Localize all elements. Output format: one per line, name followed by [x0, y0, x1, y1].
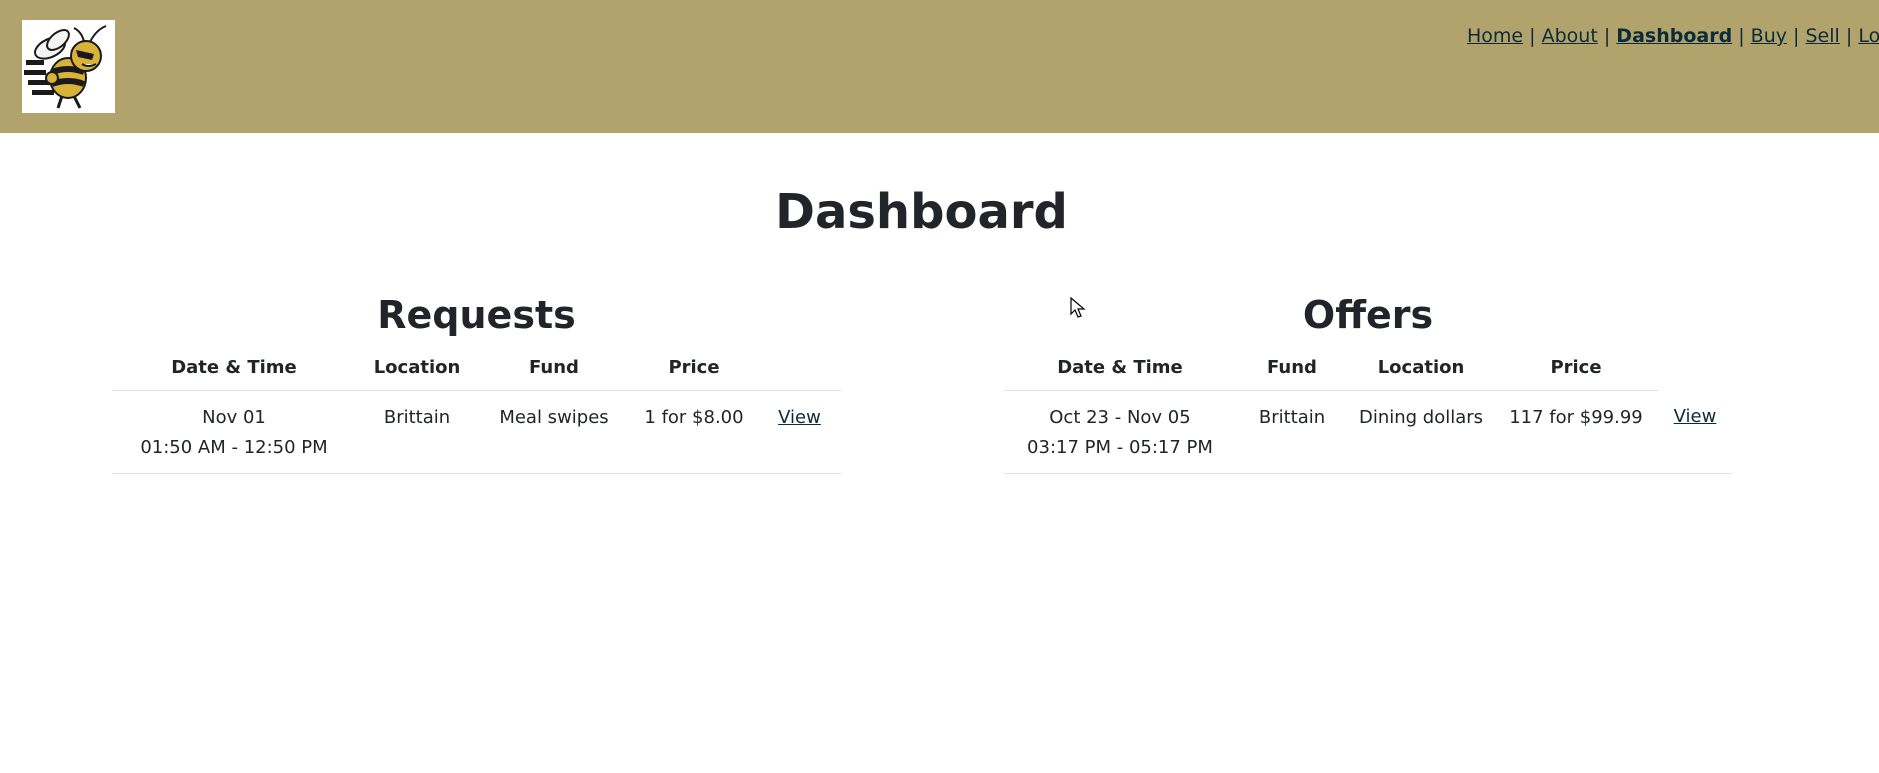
table-row: Oct 23 - Nov 05 03:17 PM - 05:17 PM Brit… [1004, 390, 1732, 474]
offer-view-link[interactable]: View [1674, 406, 1717, 427]
top-nav: Home | About | Dashboard | Buy | Sell | … [1467, 22, 1879, 50]
nav-separator: | [1793, 25, 1800, 47]
request-price-cell: 1 for $8.00 [630, 390, 758, 474]
request-fund-cell: Meal swipes [478, 390, 630, 474]
column-header-price: Price [630, 346, 758, 391]
column-header-date-time: Date & Time [1004, 346, 1236, 391]
nav-link-sell[interactable]: Sell [1806, 25, 1840, 47]
nav-link-dashboard[interactable]: Dashboard [1616, 25, 1732, 47]
request-date: Nov 01 [202, 406, 266, 428]
nav-link-about[interactable]: About [1542, 25, 1598, 47]
header-bar: Home | About | Dashboard | Buy | Sell | … [0, 0, 1879, 133]
offer-fund-cell: Brittain [1236, 390, 1348, 474]
mouse-pointer-icon [1070, 297, 1086, 318]
offer-date: Oct 23 - Nov 05 [1049, 406, 1191, 428]
column-header-fund: Fund [478, 346, 630, 391]
column-header-date-time: Date & Time [112, 346, 356, 391]
yellow-jacket-logo-icon[interactable] [22, 20, 115, 113]
nav-separator: | [1738, 25, 1745, 47]
nav-separator: | [1603, 25, 1611, 47]
column-header-price: Price [1494, 346, 1658, 391]
nav-separator: | [1845, 25, 1853, 47]
column-header-fund: Fund [1236, 346, 1348, 391]
column-header-location: Location [356, 346, 478, 391]
requests-title: Requests [377, 293, 576, 337]
logo-svg [24, 25, 107, 109]
column-header-action [758, 346, 841, 391]
table-row: Nov 01 01:50 AM - 12:50 PM Brittain Meal… [112, 390, 841, 474]
request-date-time-cell: Nov 01 01:50 AM - 12:50 PM [112, 390, 356, 474]
column-header-action [1658, 346, 1732, 390]
table-header-row: Date & Time Fund Location Price [1004, 346, 1732, 391]
requests-table: Date & Time Location Fund Price Nov 01 0… [112, 346, 841, 474]
nav-link-logout[interactable]: Logout [1858, 25, 1879, 47]
offer-time: 03:17 PM - 05:17 PM [1027, 436, 1213, 458]
column-header-location: Location [1348, 346, 1494, 391]
nav-link-home[interactable]: Home [1467, 25, 1523, 47]
requests-section: Requests Date & Time Location Fund Price… [112, 290, 841, 474]
offers-title: Offers [1302, 293, 1434, 337]
page-title: Dashboard [775, 184, 1068, 240]
request-time: 01:50 AM - 12:50 PM [140, 436, 328, 458]
offer-action-cell: View [1658, 390, 1732, 474]
offer-location-cell: Dining dollars [1348, 390, 1494, 474]
request-action-cell: View [758, 390, 841, 474]
offers-table: Date & Time Fund Location Price Oct 23 -… [1004, 346, 1732, 474]
request-location-cell: Brittain [356, 390, 478, 474]
table-header-row: Date & Time Location Fund Price [112, 346, 841, 391]
request-view-link[interactable]: View [778, 407, 821, 428]
offers-section: Offers Date & Time Fund Location Price O… [1004, 290, 1732, 474]
offer-date-time-cell: Oct 23 - Nov 05 03:17 PM - 05:17 PM [1004, 390, 1236, 474]
nav-separator: | [1529, 25, 1536, 47]
offer-price-cell: 117 for $99.99 [1494, 390, 1658, 474]
nav-link-buy[interactable]: Buy [1751, 25, 1787, 47]
